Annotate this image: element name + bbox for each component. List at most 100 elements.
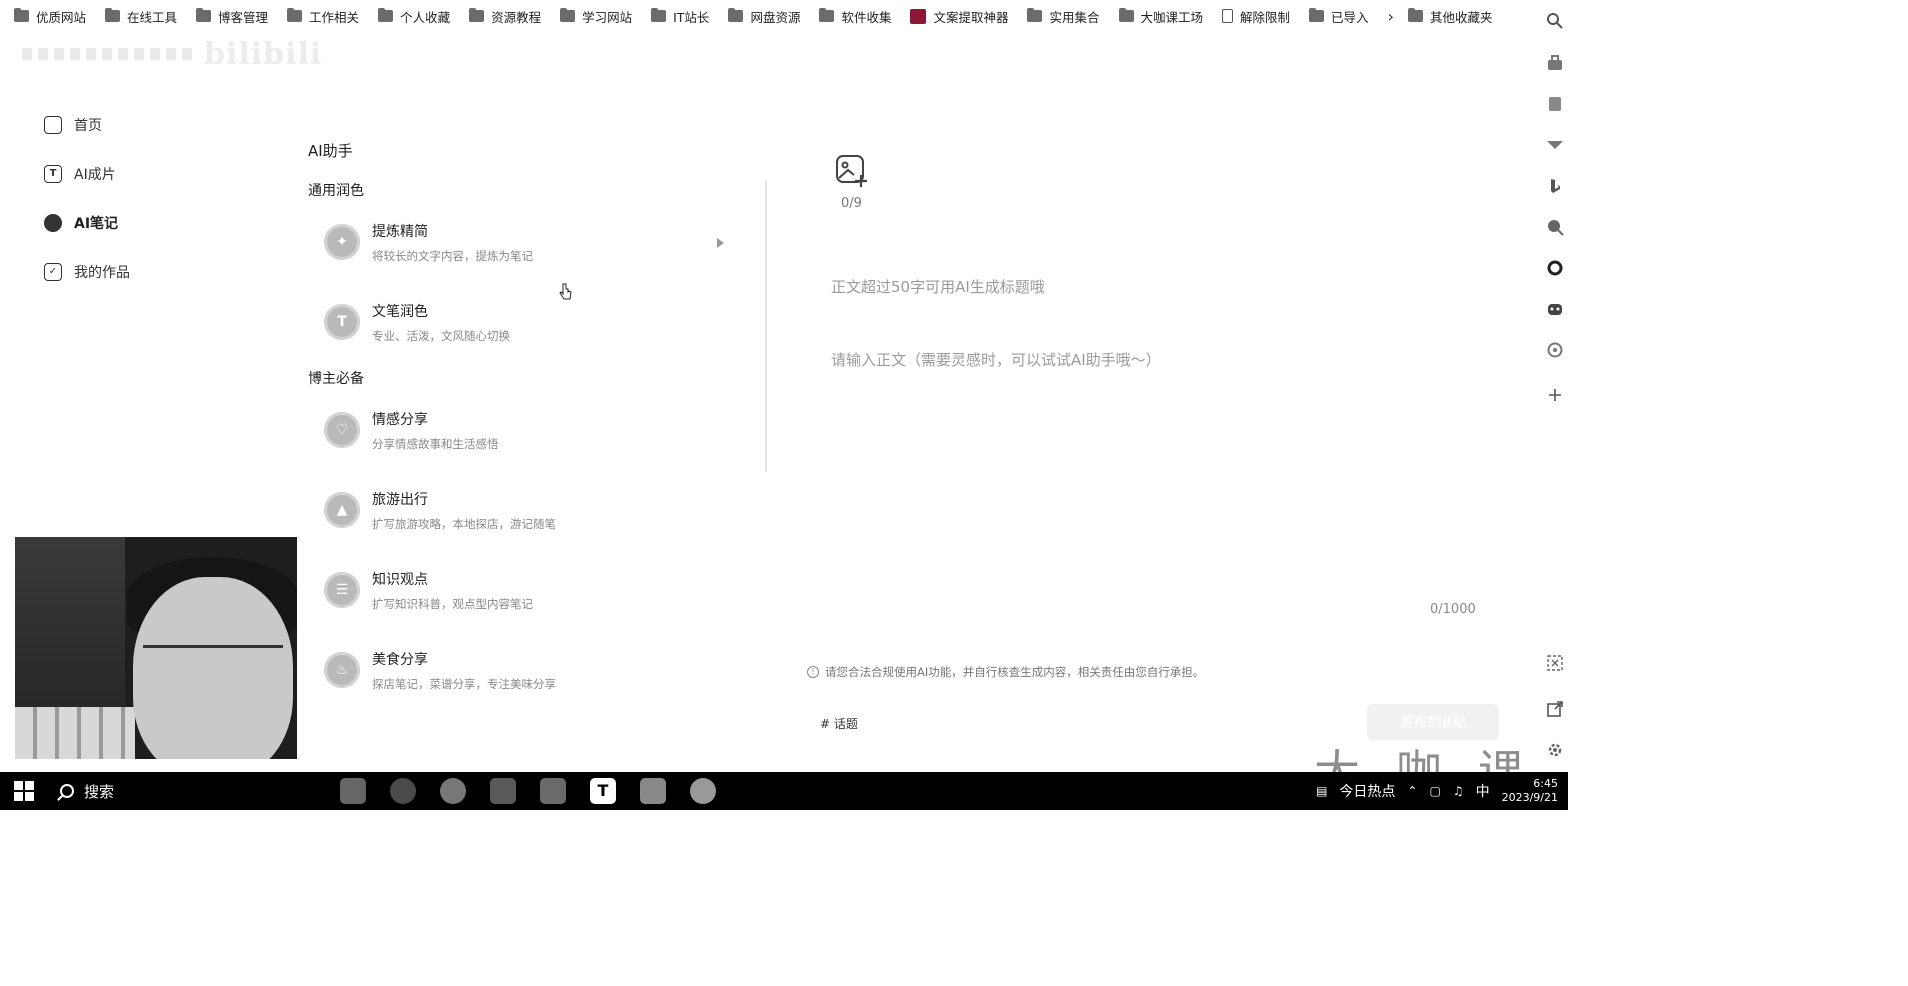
bookmark-text-extract[interactable]: 文案提取神器	[910, 7, 1008, 26]
knowledge-icon: ☰	[324, 572, 360, 608]
tool-food[interactable]: ♨ 美食分享 探店笔记，菜谱分享，专注美味分享	[308, 630, 728, 710]
chevron-right-icon[interactable]: ›	[1388, 7, 1394, 26]
discover-icon[interactable]	[1546, 218, 1564, 236]
bookmark-work[interactable]: 工作相关	[287, 7, 359, 26]
outlook-icon[interactable]	[1546, 136, 1564, 154]
bookmark-resources[interactable]: 资源教程	[469, 7, 541, 26]
play-arrow-icon[interactable]	[717, 238, 724, 248]
taskbar-app-photo[interactable]	[340, 778, 366, 804]
tool-name: 提炼精简	[372, 223, 428, 240]
search-icon[interactable]	[1546, 12, 1564, 30]
taskbar-app-explorer[interactable]	[640, 778, 666, 804]
tool-desc: 专业、活泼，文风随心切换	[372, 328, 510, 343]
bookmark-personal[interactable]: 个人收藏	[378, 7, 450, 26]
webcam-overlay	[15, 537, 297, 759]
windows-taskbar: 搜索 T ▤ 今日热点 ⌃ ▢ ♫ 中 6:45 2023/9/21	[0, 772, 1568, 810]
nav-item-ai-note[interactable]: AI笔记	[44, 198, 244, 247]
info-icon: !	[807, 666, 819, 678]
site-logo[interactable]: bilibili	[22, 34, 322, 74]
helper-title: AI助手	[308, 142, 353, 160]
nav-item-my-works[interactable]: ✓ 我的作品	[44, 247, 244, 296]
bookmark-practical[interactable]: 实用集合	[1027, 7, 1100, 26]
bing-icon[interactable]	[1546, 177, 1564, 195]
bookmark-netdisk[interactable]: 网盘资源	[728, 7, 800, 26]
tool-refine[interactable]: ✦ 提炼精简 将较长的文字内容，提炼为笔记	[308, 202, 728, 282]
windows-start-icon[interactable]	[14, 781, 34, 801]
nav-item-home[interactable]: 首页	[44, 100, 244, 149]
add-icon[interactable]	[1546, 386, 1564, 404]
text-t-icon: T	[324, 304, 360, 340]
news-label[interactable]: 今日热点	[1339, 781, 1395, 801]
office-icon[interactable]	[1546, 95, 1564, 113]
taskbar-search[interactable]: 搜索	[60, 781, 290, 802]
volume-icon[interactable]: ♫	[1453, 784, 1464, 798]
bookmark-blog[interactable]: 博客管理	[196, 7, 268, 26]
section-title-blogger: 博主必备	[308, 371, 364, 387]
clock-time: 6:45	[1533, 777, 1558, 790]
body-input[interactable]: 请输入正文（需要灵感时，可以试试AI助手哦～）	[831, 349, 1161, 370]
image-count: 0/9	[841, 196, 862, 211]
system-tray: ▤ 今日热点 ⌃ ▢ ♫ 中 6:45 2023/9/21	[1316, 772, 1568, 810]
bookmark-imported[interactable]: 已导入	[1309, 7, 1369, 26]
openai-icon[interactable]	[1546, 341, 1564, 359]
ime-indicator[interactable]: 中	[1476, 781, 1490, 801]
save-draft-button[interactable]	[1228, 708, 1348, 738]
folder-icon	[1309, 8, 1325, 22]
bookmark-software[interactable]: 软件收集	[819, 7, 891, 26]
external-link-icon[interactable]	[1546, 700, 1564, 718]
works-check-icon: ✓	[44, 262, 62, 281]
bookmark-dakake[interactable]: 大咖课工场	[1118, 7, 1203, 26]
nav-item-label: AI成片	[74, 166, 116, 183]
travel-icon: ▲	[324, 492, 360, 528]
title-input[interactable]: 正文超过50字可用AI生成标题哦	[831, 276, 1045, 297]
taskbar-app-typora[interactable]: T	[590, 778, 616, 804]
add-image-icon[interactable]	[834, 153, 870, 189]
tray-chevron-up-icon[interactable]: ⌃	[1407, 784, 1417, 798]
bookmark-other[interactable]: 其他收藏夹	[1407, 7, 1492, 26]
taskbar-app-chrome[interactable]	[440, 778, 466, 804]
folder-icon	[728, 8, 744, 22]
news-icon[interactable]: ▤	[1316, 784, 1327, 798]
topic-button[interactable]: # 话题	[820, 715, 858, 732]
folder-icon	[1118, 8, 1134, 22]
tool-travel[interactable]: ▲ 旅游出行 扩写旅游攻略，本地探店，游记随笔	[308, 470, 728, 550]
loop-icon[interactable]	[1546, 259, 1564, 277]
food-icon: ♨	[324, 652, 360, 688]
toolbox-icon[interactable]	[1546, 54, 1564, 72]
search-icon	[60, 784, 74, 798]
folder-icon	[1407, 8, 1423, 22]
logo-decoration	[22, 48, 192, 60]
taskbar-app-flower[interactable]	[690, 778, 716, 804]
taskbar-app-editor[interactable]	[540, 778, 566, 804]
folder-icon	[287, 8, 303, 22]
clock[interactable]: 6:45 2023/9/21	[1502, 777, 1558, 805]
ai-notice: ! 请您合法合规使用AI功能，并自行核查生成内容，相关责任由您自行承担。	[807, 664, 1204, 680]
tool-emotion[interactable]: ♡ 情感分享 分享情感故事和生活感悟	[308, 390, 728, 470]
clock-date: 2023/9/21	[1501, 791, 1558, 804]
bookmark-youzhi[interactable]: 优质网站	[14, 7, 86, 26]
tool-desc: 将较长的文字内容，提炼为笔记	[372, 248, 533, 263]
publish-button[interactable]: 发布到B站	[1367, 704, 1499, 740]
tool-polish[interactable]: T 文笔润色 专业、活泼，文风随心切换	[308, 282, 728, 362]
screenshot-icon[interactable]	[1546, 654, 1564, 672]
emotion-icon: ♡	[324, 412, 360, 448]
folder-icon	[14, 8, 29, 22]
text-t-icon: T	[44, 164, 62, 183]
bookmark-it[interactable]: IT站长	[651, 7, 709, 26]
nav-item-label: 我的作品	[74, 264, 130, 281]
tool-knowledge[interactable]: ☰ 知识观点 扩写知识科普，观点型内容笔记	[308, 550, 728, 630]
search-label: 搜索	[84, 782, 115, 801]
nav-item-ai-video[interactable]: T AI成片	[44, 149, 244, 198]
bookmark-unlock[interactable]: 解除限制	[1222, 7, 1290, 26]
network-icon[interactable]: ▢	[1429, 784, 1440, 798]
books-background	[15, 707, 135, 759]
taskbar-app-notes[interactable]	[490, 778, 516, 804]
notice-text: 请您合法合规使用AI功能，并自行核查生成内容，相关责任由您自行承担。	[825, 665, 1205, 679]
bookmark-learning[interactable]: 学习网站	[560, 7, 632, 26]
games-icon[interactable]	[1546, 300, 1564, 318]
bookmark-online-tools[interactable]: 在线工具	[105, 7, 177, 26]
ai-helper-panel: AI助手 通用润色 ✦ 提炼精简 将较长的文字内容，提炼为笔记 T 文笔润色 专…	[308, 140, 728, 710]
taskbar-app-edge[interactable]	[390, 778, 416, 804]
char-count: 0/1000	[1430, 602, 1476, 617]
tool-desc: 扩写知识科普，观点型内容笔记	[372, 596, 533, 611]
